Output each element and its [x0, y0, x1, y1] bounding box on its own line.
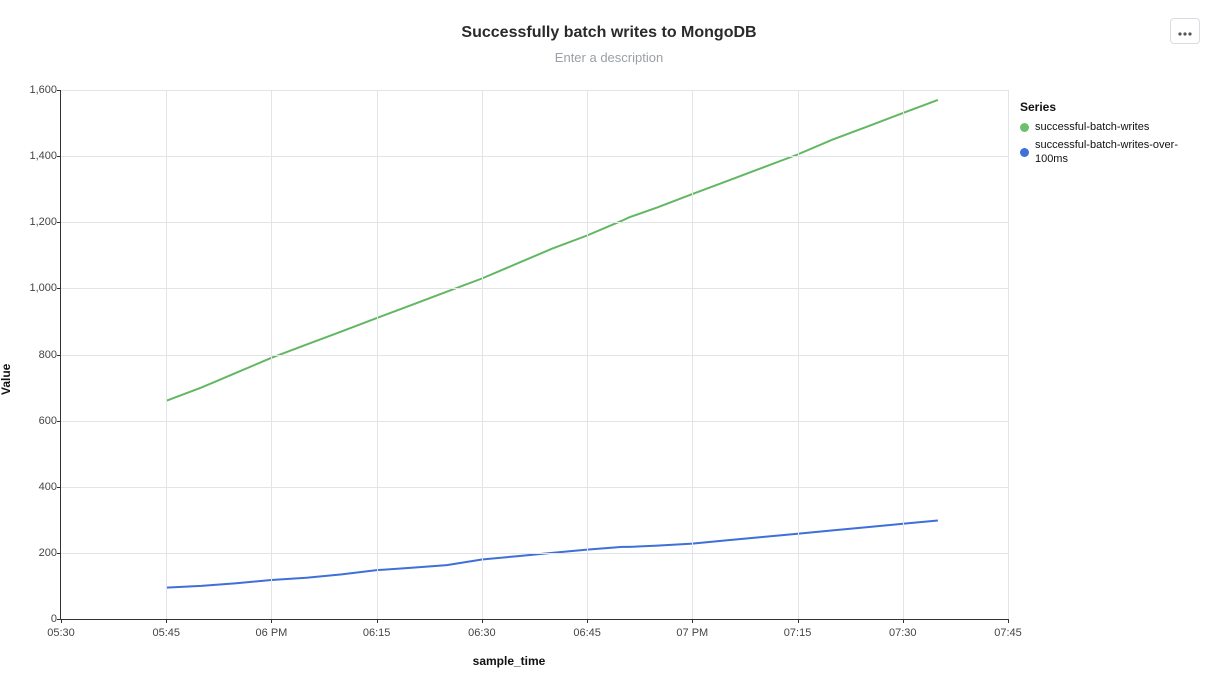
x-tick-label: 06:15 — [363, 627, 391, 639]
y-tick-label: 1,400 — [17, 150, 57, 162]
legend-title: Series — [1020, 100, 1210, 114]
y-tick-label: 400 — [17, 481, 57, 493]
chart-description[interactable]: Enter a description — [0, 50, 1218, 65]
gridline-vertical — [1008, 90, 1009, 619]
chart-title: Successfully batch writes to MongoDB — [0, 24, 1218, 42]
legend-label: successful-batch-writes-over-100ms — [1035, 138, 1210, 166]
gridline-vertical — [166, 90, 167, 619]
series-line[interactable] — [166, 521, 938, 588]
x-tick-label: 06:30 — [468, 627, 496, 639]
y-tick-mark — [57, 288, 61, 289]
gridline-horizontal — [61, 553, 1008, 554]
gridline-horizontal — [61, 421, 1008, 422]
legend-item[interactable]: successful-batch-writes-over-100ms — [1020, 138, 1210, 166]
legend: Series successful-batch-writes successfu… — [1020, 100, 1210, 170]
x-tick-mark — [166, 619, 167, 623]
x-tick-label: 05:30 — [47, 627, 75, 639]
more-options-button[interactable] — [1170, 18, 1200, 44]
y-tick-mark — [57, 487, 61, 488]
x-tick-mark — [692, 619, 693, 623]
y-tick-mark — [57, 553, 61, 554]
y-tick-mark — [57, 156, 61, 157]
x-tick-label: 06 PM — [256, 627, 288, 639]
gridline-horizontal — [61, 355, 1008, 356]
chart: Value 02004006008001,0001,2001,4001,6000… — [0, 90, 1018, 700]
y-tick-mark — [57, 222, 61, 223]
y-tick-mark — [57, 90, 61, 91]
y-tick-label: 800 — [17, 349, 57, 361]
x-tick-mark — [271, 619, 272, 623]
gridline-vertical — [482, 90, 483, 619]
x-tick-label: 05:45 — [152, 627, 180, 639]
x-tick-label: 07:45 — [994, 627, 1022, 639]
series-line[interactable] — [166, 100, 938, 401]
y-tick-label: 1,200 — [17, 216, 57, 228]
x-tick-mark — [1008, 619, 1009, 623]
y-tick-label: 200 — [17, 547, 57, 559]
x-tick-mark — [587, 619, 588, 623]
gridline-vertical — [377, 90, 378, 619]
x-tick-label: 07 PM — [676, 627, 708, 639]
legend-item[interactable]: successful-batch-writes — [1020, 120, 1210, 134]
plot-area[interactable]: 02004006008001,0001,2001,4001,60005:3005… — [60, 90, 1008, 620]
gridline-vertical — [798, 90, 799, 619]
gridline-horizontal — [61, 156, 1008, 157]
y-tick-label: 0 — [17, 613, 57, 625]
x-tick-mark — [482, 619, 483, 623]
gridline-vertical — [692, 90, 693, 619]
x-tick-label: 07:30 — [889, 627, 917, 639]
gridline-vertical — [903, 90, 904, 619]
x-tick-label: 06:45 — [573, 627, 601, 639]
gridline-horizontal — [61, 90, 1008, 91]
y-tick-mark — [57, 355, 61, 356]
gridline-vertical — [587, 90, 588, 619]
y-tick-label: 1,600 — [17, 84, 57, 96]
legend-label: successful-batch-writes — [1035, 120, 1149, 134]
x-tick-label: 07:15 — [784, 627, 812, 639]
gridline-horizontal — [61, 487, 1008, 488]
x-axis-label: sample_time — [0, 654, 1018, 668]
ellipsis-icon — [1178, 24, 1192, 39]
y-tick-mark — [57, 421, 61, 422]
legend-swatch-icon — [1020, 148, 1029, 157]
gridline-horizontal — [61, 288, 1008, 289]
legend-swatch-icon — [1020, 123, 1029, 132]
gridline-horizontal — [61, 222, 1008, 223]
y-tick-label: 1,000 — [17, 282, 57, 294]
gridline-vertical — [271, 90, 272, 619]
x-tick-mark — [903, 619, 904, 623]
y-tick-label: 600 — [17, 415, 57, 427]
x-tick-mark — [798, 619, 799, 623]
y-axis-label: Value — [0, 364, 13, 395]
x-tick-mark — [377, 619, 378, 623]
x-tick-mark — [61, 619, 62, 623]
